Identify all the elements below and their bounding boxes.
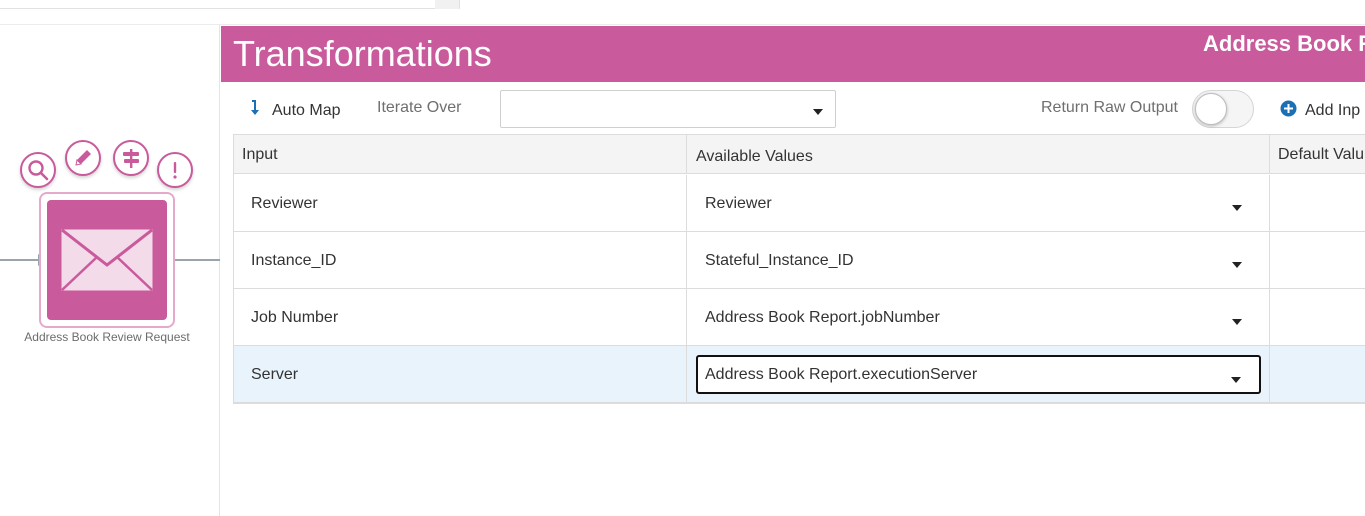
available-value: Stateful_Instance_ID	[705, 252, 854, 269]
input-cell: Reviewer	[234, 175, 687, 232]
return-raw-output-label: Return Raw Output	[1041, 99, 1178, 116]
email-task-node[interactable]	[47, 200, 167, 320]
default-value-cell[interactable]	[1270, 232, 1365, 289]
input-cell: Server	[234, 346, 687, 403]
search-icon[interactable]	[20, 152, 56, 188]
column-header-default-value[interactable]: Default Valu	[1270, 135, 1365, 174]
signpost-icon[interactable]	[113, 140, 149, 176]
chevron-down-icon	[1231, 377, 1241, 383]
auto-map-label: Auto Map	[272, 102, 341, 119]
transformations-panel: Transformations Address Book R Auto Map …	[221, 26, 1365, 516]
table-row[interactable]: Reviewer Reviewer	[234, 175, 1365, 232]
toggle-knob	[1195, 93, 1227, 125]
toolbar: Auto Map Iterate Over Return Raw Output …	[221, 82, 1365, 134]
arrow-down-icon	[251, 100, 259, 115]
available-value: Address Book Report.executionServer	[705, 366, 978, 383]
chevron-down-icon	[1232, 319, 1242, 325]
envelope-icon	[61, 229, 153, 291]
available-value: Reviewer	[705, 195, 772, 212]
flow-connector-out	[168, 259, 220, 261]
auto-map-button[interactable]: Auto Map	[249, 96, 340, 120]
panel-subtitle: Address Book R	[1203, 31, 1365, 56]
column-header-input[interactable]: Input	[234, 135, 687, 174]
add-input-button[interactable]: Add Inp	[1280, 96, 1360, 120]
mapping-table: Input Available Values i Default Valu Re…	[233, 134, 1365, 404]
scrollbar-stub[interactable]	[435, 0, 459, 9]
value-cell: Address Book Report.jobNumber	[687, 289, 1270, 346]
input-cell: Instance_ID	[234, 232, 687, 289]
flow-canvas: Address Book Review Request	[0, 25, 220, 516]
value-cell: Reviewer	[687, 175, 1270, 232]
table-header: Input Available Values i Default Valu	[234, 135, 1365, 174]
add-input-label: Add Inp	[1305, 102, 1361, 119]
value-cell: Address Book Report.executionServer	[687, 346, 1270, 403]
table-row[interactable]: Job Number Address Book Report.jobNumber	[234, 289, 1365, 346]
return-raw-output-toggle[interactable]	[1192, 90, 1254, 128]
column-header-available-values[interactable]: Available Values i	[687, 135, 1270, 174]
iterate-over-label: Iterate Over	[377, 99, 462, 116]
node-label: Address Book Review Request	[24, 330, 190, 344]
flow-connector-in	[0, 259, 42, 261]
available-value-select[interactable]: Address Book Report.executionServer	[696, 355, 1261, 394]
panel-header: Transformations Address Book R	[221, 26, 1365, 82]
plus-circle-icon	[1280, 100, 1297, 116]
iterate-over-select[interactable]	[500, 90, 836, 128]
exclamation-icon[interactable]	[157, 152, 193, 188]
available-value: Address Book Report.jobNumber	[705, 309, 940, 326]
panel-title: Transformations	[233, 33, 492, 74]
table-row[interactable]: Instance_ID Stateful_Instance_ID	[234, 232, 1365, 289]
value-cell: Stateful_Instance_ID	[687, 232, 1270, 289]
chevron-down-icon	[1232, 205, 1242, 211]
available-value-select[interactable]: Stateful_Instance_ID	[696, 241, 1261, 280]
chevron-down-icon	[813, 109, 823, 115]
available-value-select[interactable]: Reviewer	[696, 184, 1261, 223]
default-value-cell[interactable]	[1270, 175, 1365, 232]
default-value-cell[interactable]	[1270, 346, 1365, 403]
table-row-selected[interactable]: Server Address Book Report.executionServ…	[234, 346, 1365, 403]
column-header-available-values-label: Available Values	[696, 148, 813, 165]
default-value-cell[interactable]	[1270, 289, 1365, 346]
pencil-icon[interactable]	[65, 140, 101, 176]
top-input-strip	[0, 0, 460, 9]
input-cell: Job Number	[234, 289, 687, 346]
available-value-select[interactable]: Address Book Report.jobNumber	[696, 298, 1261, 337]
chevron-down-icon	[1232, 262, 1242, 268]
